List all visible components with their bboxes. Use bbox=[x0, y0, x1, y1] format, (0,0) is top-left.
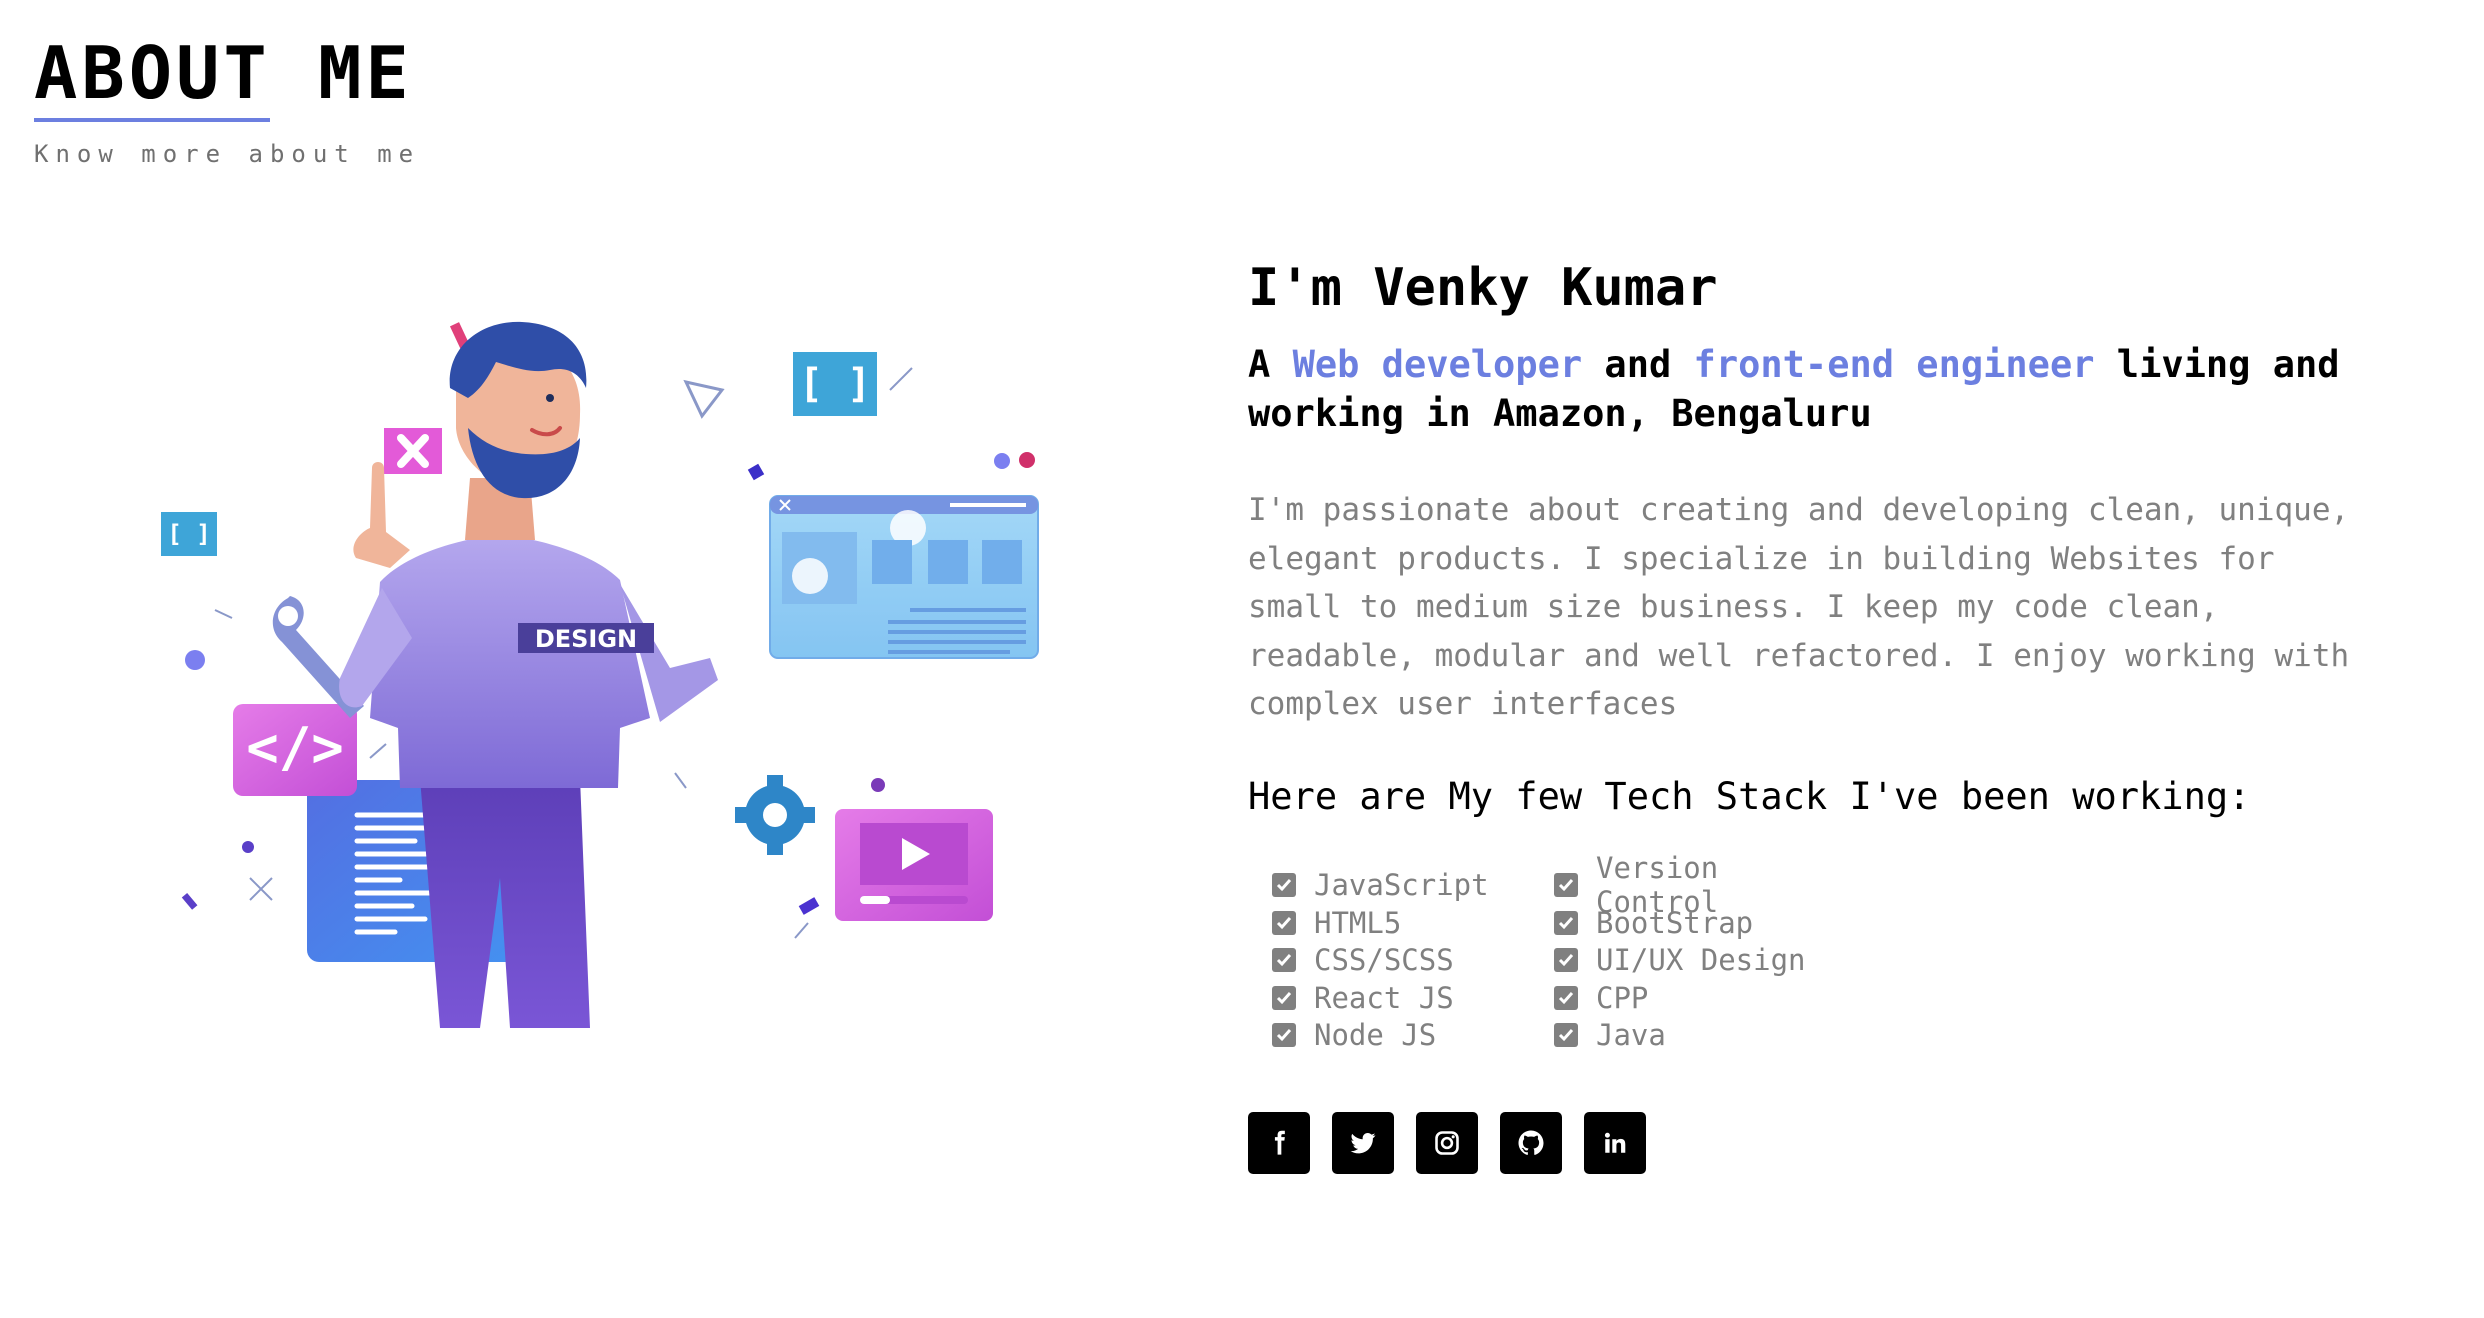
tech-stack-list: JavaScript HTML5 CSS/SCSS React JS Node … bbox=[1272, 851, 2368, 1055]
section-header: ABOUT ME Know more about me bbox=[34, 30, 420, 168]
confetti-shape bbox=[683, 379, 725, 419]
tagline-text: and bbox=[1582, 343, 1694, 386]
checkbox-icon bbox=[1554, 948, 1578, 973]
confetti-shape bbox=[871, 778, 885, 792]
tagline-text: A bbox=[1248, 343, 1293, 386]
tech-stack-item: HTML5 bbox=[1272, 904, 1554, 942]
github-link[interactable] bbox=[1500, 1112, 1562, 1174]
close-box-icon bbox=[384, 428, 442, 474]
tech-stack-column-left: JavaScript HTML5 CSS/SCSS React JS Node … bbox=[1272, 867, 1554, 1055]
video-player-icon bbox=[835, 809, 993, 921]
checkbox-icon bbox=[1272, 985, 1296, 1010]
checkbox-icon bbox=[1272, 873, 1296, 898]
linkedin-icon bbox=[1604, 1132, 1626, 1153]
tech-stack-item: Version Control bbox=[1554, 851, 1836, 919]
tech-stack-label: CSS/SCSS bbox=[1314, 943, 1454, 978]
about-content: I'm Venky Kumar A Web developer and fron… bbox=[1248, 256, 2368, 1174]
confetti-shape bbox=[794, 922, 809, 939]
bracket-icon: [ ] bbox=[793, 352, 877, 416]
tech-stack-item: Node JS bbox=[1272, 1017, 1554, 1055]
confetti-shape bbox=[747, 463, 765, 481]
gear-icon bbox=[735, 775, 815, 855]
svg-text:[ ]: [ ] bbox=[167, 520, 210, 548]
tech-stack-item: CPP bbox=[1554, 979, 1836, 1017]
browser-screen bbox=[769, 495, 1039, 659]
profile-description: I'm passionate about creating and develo… bbox=[1248, 492, 2350, 722]
tech-stack-item: JavaScript bbox=[1272, 867, 1554, 905]
tagline-accent-frontend-engineer: front-end engineer bbox=[1693, 343, 2095, 386]
tech-stack-label: Node JS bbox=[1314, 1018, 1437, 1053]
linkedin-link[interactable] bbox=[1584, 1112, 1646, 1174]
confetti-shape bbox=[214, 609, 233, 619]
tech-stack-item: CSS/SCSS bbox=[1272, 942, 1554, 980]
tech-stack-label: JavaScript bbox=[1314, 868, 1489, 903]
profile-name: I'm Venky Kumar bbox=[1248, 258, 1718, 318]
tech-stack-item: UI/UX Design bbox=[1554, 942, 1836, 980]
confetti-shape bbox=[674, 772, 687, 789]
confetti-shape bbox=[1019, 452, 1035, 468]
confetti-shape bbox=[249, 877, 273, 901]
tech-stack-label: React JS bbox=[1314, 980, 1454, 1015]
svg-text:</>: </> bbox=[246, 716, 344, 779]
tech-stack-item: Java bbox=[1554, 1017, 1836, 1055]
checkbox-icon bbox=[1554, 1023, 1578, 1048]
instagram-icon bbox=[1435, 1131, 1459, 1155]
confetti-shape bbox=[798, 897, 820, 915]
confetti-shape bbox=[185, 650, 205, 670]
page-title: ABOUT ME bbox=[34, 31, 413, 115]
confetti-shape bbox=[181, 892, 198, 910]
tech-stack-item: React JS bbox=[1272, 979, 1554, 1017]
github-icon bbox=[1518, 1130, 1544, 1155]
checkbox-icon bbox=[1554, 985, 1578, 1010]
tech-stack-label: BootStrap bbox=[1596, 905, 1754, 940]
profile-tagline: A Web developer and front-end engineer l… bbox=[1248, 340, 2368, 438]
tech-stack-label: Java bbox=[1596, 1018, 1666, 1053]
checkbox-icon bbox=[1272, 948, 1296, 973]
svg-text:[ ]: [ ] bbox=[799, 361, 871, 407]
checkbox-icon bbox=[1272, 1023, 1296, 1048]
social-links bbox=[1248, 1112, 2368, 1174]
code-tag-icon: </> bbox=[233, 704, 357, 796]
tech-stack-label: UI/UX Design bbox=[1596, 943, 1806, 978]
tech-stack-column-right: Version Control BootStrap UI/UX Design C… bbox=[1554, 851, 1836, 1055]
tech-stack-label: CPP bbox=[1596, 980, 1649, 1015]
tech-stack-label: HTML5 bbox=[1314, 905, 1402, 940]
confetti-shape bbox=[889, 367, 913, 391]
facebook-link[interactable] bbox=[1248, 1112, 1310, 1174]
checkbox-icon bbox=[1272, 910, 1296, 935]
twitter-icon bbox=[1350, 1133, 1376, 1154]
developer-illustration: [ ] [ ] </> DESIGN bbox=[161, 321, 1039, 1028]
bracket-icon-small: [ ] bbox=[161, 512, 217, 556]
confetti-shape bbox=[242, 841, 254, 853]
title-underline bbox=[34, 118, 270, 122]
tagline-accent-web-developer: Web developer bbox=[1292, 343, 1583, 386]
facebook-icon bbox=[1274, 1130, 1285, 1155]
twitter-link[interactable] bbox=[1332, 1112, 1394, 1174]
confetti-shape bbox=[994, 453, 1010, 469]
instagram-link[interactable] bbox=[1416, 1112, 1478, 1174]
checkbox-icon bbox=[1554, 910, 1578, 935]
page-subtitle: Know more about me bbox=[34, 140, 421, 168]
tech-stack-heading: Here are My few Tech Stack I've been wor… bbox=[1248, 774, 2251, 818]
confetti-shape bbox=[369, 743, 387, 759]
checkbox-icon bbox=[1554, 873, 1578, 898]
svg-text:DESIGN: DESIGN bbox=[535, 625, 637, 653]
